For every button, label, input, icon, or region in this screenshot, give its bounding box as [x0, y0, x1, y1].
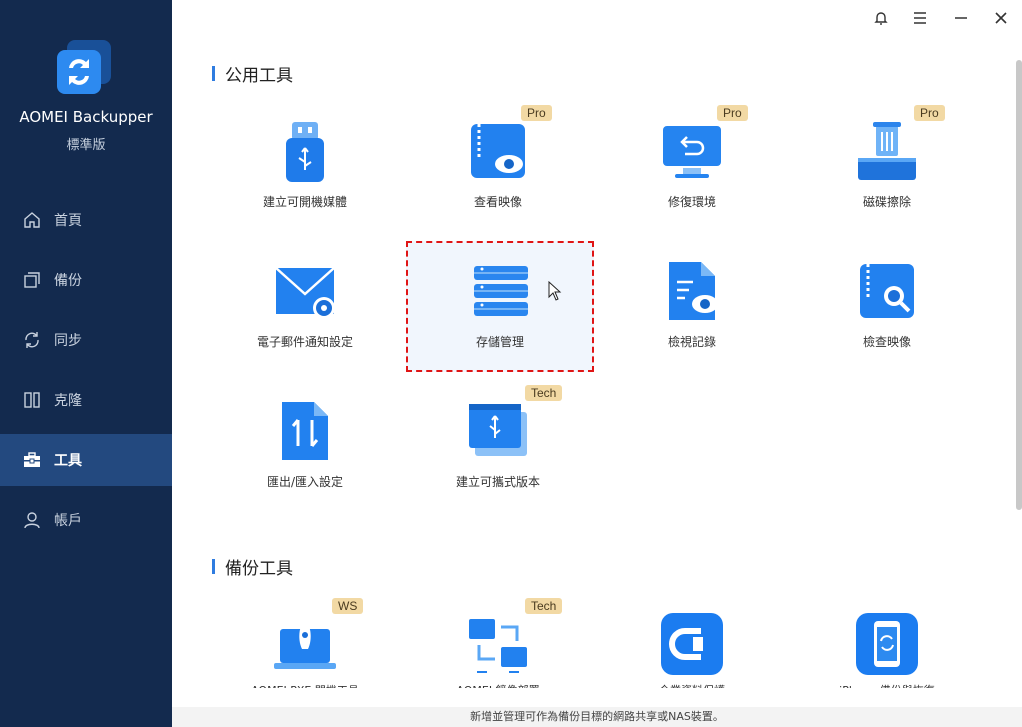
tool-disk-wipe[interactable]: Pro 磁碟擦除 — [792, 105, 982, 224]
sidebar: AOMEI Backupper 標準版 首頁 備份 同步 克隆 工具 帳戶 — [0, 0, 172, 727]
nav-label: 克隆 — [54, 393, 82, 409]
tool-view-image[interactable]: Pro 查看映像 — [403, 105, 593, 224]
user-icon — [22, 510, 42, 530]
email-settings-icon — [272, 258, 338, 324]
menu-icon — [912, 10, 928, 30]
tool-label: 修復環境 — [667, 195, 716, 209]
nav-label: 備份 — [54, 273, 82, 289]
portable-version-icon — [465, 398, 531, 464]
nav-label: 首頁 — [54, 213, 82, 229]
pro-badge: Pro — [717, 105, 748, 121]
tool-label: 檢查映像 — [862, 335, 911, 349]
clone-icon — [22, 390, 42, 410]
nav-item-clone[interactable]: 克隆 — [0, 374, 172, 426]
tool-export-import-settings[interactable]: 匯出/匯入設定 — [210, 394, 400, 504]
mouse-cursor-icon — [548, 280, 562, 305]
tool-storage-management[interactable]: 存儲管理 — [406, 241, 594, 372]
minimize-icon — [953, 10, 969, 30]
scrollbar[interactable] — [1016, 60, 1022, 510]
tool-label: 存儲管理 — [475, 335, 524, 349]
nav-label: 帳戶 — [54, 513, 82, 529]
tool-label: AOMEI PXE 開機工具 — [210, 682, 400, 688]
tool-label: AOMEI 鏡像部署 — [403, 682, 593, 688]
ws-badge: WS — [332, 598, 364, 614]
section-label: 公用工具 — [225, 66, 293, 86]
nav-item-home[interactable]: 首頁 — [0, 194, 172, 246]
tool-email-notification[interactable]: 電子郵件通知設定 — [210, 254, 400, 364]
nav-item-backup[interactable]: 備份 — [0, 254, 172, 306]
export-import-icon — [272, 398, 338, 464]
section-bar — [212, 559, 215, 574]
section-title-backup: 備份工具 — [212, 554, 293, 579]
pro-badge: Pro — [914, 105, 945, 121]
menu-button[interactable] — [907, 8, 933, 32]
nav-item-account[interactable]: 帳戶 — [0, 494, 172, 546]
close-icon — [993, 10, 1009, 30]
nav-item-sync[interactable]: 同步 — [0, 314, 172, 366]
aomei-logo-icon — [55, 38, 113, 96]
tool-view-logs[interactable]: 檢視記錄 — [597, 254, 787, 364]
centralized-backup-icon — [659, 611, 725, 677]
app-edition: 標準版 — [66, 138, 106, 153]
check-image-icon — [854, 258, 920, 324]
tool-label: 查看映像 — [473, 195, 522, 209]
pro-badge: Pro — [521, 105, 552, 121]
phone-backup-icon — [854, 611, 920, 677]
app-name: AOMEI Backupper — [19, 108, 153, 126]
disk-wipe-icon — [854, 118, 920, 184]
tool-label: 建立可攜式版本 — [455, 475, 540, 489]
section-title-common: 公用工具 — [212, 61, 293, 86]
minimize-button[interactable] — [948, 8, 974, 32]
nav-label: 工具 — [54, 453, 82, 469]
tool-label: 檢視記錄 — [667, 335, 716, 349]
usb-drive-icon — [272, 118, 338, 184]
home-icon — [22, 210, 42, 230]
section-bar — [212, 66, 215, 81]
tool-label: iPhone 備份與恢復 — [792, 682, 982, 688]
tool-label: 磁碟擦除 — [862, 195, 911, 209]
storage-server-icon — [468, 258, 534, 324]
nav-item-tools[interactable]: 工具 — [0, 434, 172, 486]
tool-label: 建立可開機媒體 — [262, 195, 347, 209]
close-button[interactable] — [988, 8, 1014, 32]
toolbox-icon — [22, 450, 42, 470]
tool-create-bootable-media[interactable]: 建立可開機媒體 — [210, 114, 400, 224]
sync-icon — [22, 330, 42, 350]
backup-icon — [22, 270, 42, 290]
pxe-rocket-icon — [272, 611, 338, 677]
tech-badge: Tech — [525, 385, 563, 401]
recovery-env-icon — [659, 118, 725, 184]
tool-label: 企業資料保護 — [597, 682, 787, 688]
status-bar: 新增並管理可作為備份目標的網路共享或NAS裝置。 — [172, 707, 1022, 727]
tool-recovery-environment[interactable]: Pro 修復環境 — [597, 105, 787, 224]
bell-icon — [873, 10, 889, 30]
tool-check-image[interactable]: 檢查映像 — [792, 254, 982, 364]
image-deploy-icon — [465, 611, 531, 677]
nav-label: 同步 — [54, 333, 82, 349]
tool-label: 匯出/匯入設定 — [266, 475, 344, 489]
tool-create-portable-version[interactable]: Tech 建立可攜式版本 — [403, 385, 593, 504]
view-image-icon — [465, 118, 531, 184]
tool-label: 電子郵件通知設定 — [256, 335, 353, 349]
notification-button[interactable] — [868, 8, 894, 32]
tech-badge: Tech — [525, 598, 563, 614]
view-logs-icon — [659, 258, 725, 324]
section-label: 備份工具 — [225, 559, 293, 579]
